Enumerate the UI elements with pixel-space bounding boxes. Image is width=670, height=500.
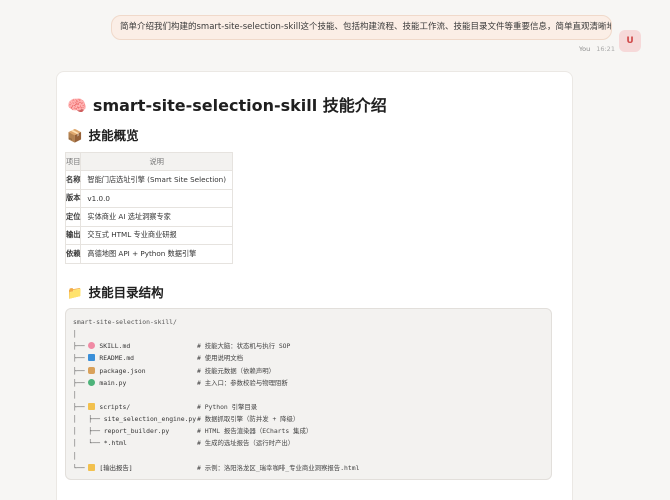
table-cell-value: 交互式 HTML 专业商业研报 — [80, 225, 234, 245]
table-row: 定位 实体商业 AI 选址洞察专家 — [64, 207, 234, 227]
table-cell-value: 智能门店选址引擎 (Smart Site Selection) — [80, 170, 234, 190]
directory-tree-code-block[interactable]: smart-site-selection-skill/ │ ├── SKILL.… — [65, 308, 552, 480]
tree-prefix: ├── — [73, 342, 89, 351]
code-line: ├── scripts/ # Python 引擎目录 — [73, 401, 543, 413]
python-icon — [88, 378, 96, 386]
code-line: │ — [73, 450, 543, 462]
assistant-answer-card: 🧠 smart-site-selection-skill 技能介绍 📦 技能概览 项… — [56, 71, 573, 500]
folder-icon — [88, 463, 96, 471]
overview-heading: 📦 技能概览 — [67, 125, 139, 144]
code-line: │ ├── site_selection_engine.py # 数据抓取引擎（防… — [73, 413, 543, 425]
file-comment: # 主入口：参数校验与物理阻断 — [197, 378, 288, 387]
file-name: main.py — [99, 378, 127, 387]
code-line: ├── main.py # 主入口：参数校验与物理阻断 — [73, 377, 543, 389]
user-avatar[interactable]: U — [619, 30, 641, 52]
file-name: report_builder.py — [103, 427, 170, 436]
overview-table: 项目 说明 名称 智能门店选址引擎 (Smart Site Selection)… — [64, 152, 234, 264]
tree-prefix: ├── — [73, 354, 89, 363]
table-header: 说明 — [80, 152, 234, 171]
structure-heading: 📁 技能目录结构 — [67, 282, 164, 301]
file-name: package.json — [99, 366, 146, 375]
file-comment: # 生成的选址报告（运行时产出） — [197, 439, 295, 448]
code-line: │ ├── report_builder.py # HTML 报告渲染器（ECha… — [73, 425, 543, 437]
table-cell-value: v1.0.0 — [80, 188, 234, 208]
table-cell-value: 高德地图 API + Python 数据引擎 — [80, 244, 234, 264]
table-row: 依赖 高德地图 API + Python 数据引擎 — [64, 244, 234, 264]
file-comment: # 技能元数据（依赖声明） — [197, 366, 275, 375]
tree-prefix: └── — [73, 463, 89, 472]
file-name: scripts/ — [99, 402, 131, 411]
tree-prefix: │ — [73, 451, 77, 460]
structure-heading-text: 技能目录结构 — [88, 285, 164, 300]
code-line: │ └── *.html # 生成的选址报告（运行时产出） — [73, 437, 543, 449]
folder-icon — [88, 402, 96, 410]
tree-prefix: │ ├── — [73, 427, 104, 436]
file-name: [输出报告] — [99, 463, 133, 472]
table-cell-key: 输出 — [64, 225, 82, 245]
file-name: README.md — [99, 354, 135, 363]
package-emoji-icon: 📦 — [67, 128, 83, 143]
file-name: SKILL.md — [99, 342, 131, 351]
table-cell-key: 定位 — [64, 207, 82, 227]
code-line: │ — [73, 389, 543, 401]
code-line: smart-site-selection-skill/ — [73, 316, 543, 328]
table-row: 输出 交互式 HTML 专业商业研报 — [64, 225, 234, 245]
code-line: ├── package.json # 技能元数据（依赖声明） — [73, 365, 543, 377]
file-comment: # 示例：洛阳洛龙区_瑞幸咖啡_专业商业洞察报告.html — [197, 463, 360, 472]
code-line: ├── README.md # 使用说明文档 — [73, 352, 543, 364]
table-row: 名称 智能门店选址引擎 (Smart Site Selection) — [64, 170, 234, 190]
answer-title: 🧠 smart-site-selection-skill 技能介绍 — [67, 92, 387, 116]
file-comment: # Python 引擎目录 — [197, 402, 258, 411]
table-header-row: 项目 说明 — [64, 152, 234, 171]
user-message-row: 简单介绍我们构建的smart-site-selection-skill这个技能、… — [0, 14, 670, 58]
tree-prefix: │ — [73, 330, 77, 339]
code-line: │ — [73, 328, 543, 340]
answer-title-text: smart-site-selection-skill 技能介绍 — [92, 96, 387, 115]
file-comment: # HTML 报告渲染器（ECharts 集成） — [197, 427, 313, 436]
file-comment: # 技能大脑：状态机与执行 SOP — [197, 342, 291, 351]
code-line: └── [输出报告] # 示例：洛阳洛龙区_瑞幸咖啡_专业商业洞察报告.html — [73, 462, 543, 474]
message-meta: You 16:21 — [579, 45, 615, 53]
table-cell-key: 版本 — [64, 188, 82, 208]
file-comment: # 数据抓取引擎（防并发 + 降级） — [197, 415, 300, 424]
file-comment: # 使用说明文档 — [197, 354, 244, 363]
overview-heading-text: 技能概览 — [88, 128, 139, 143]
tree-prefix: │ — [73, 390, 77, 399]
message-author: You — [579, 45, 591, 53]
file-name: site_selection_engine.py — [103, 415, 197, 424]
brain-icon — [88, 342, 96, 350]
table-cell-key: 依赖 — [64, 244, 82, 264]
code-line: ├── SKILL.md # 技能大脑：状态机与执行 SOP — [73, 340, 543, 352]
tree-prefix: ├── — [73, 402, 89, 411]
book-icon — [88, 354, 96, 362]
brain-emoji-icon: 🧠 — [67, 96, 87, 115]
folder-emoji-icon: 📁 — [67, 285, 83, 300]
table-cell-value: 实体商业 AI 选址洞察专家 — [80, 207, 234, 227]
message-time: 16:21 — [596, 45, 615, 53]
user-message-bubble: 简单介绍我们构建的smart-site-selection-skill这个技能、… — [111, 15, 612, 40]
tree-prefix: ├── — [73, 366, 89, 375]
table-header: 项目 — [64, 152, 82, 171]
tree-prefix: │ ├── — [73, 415, 104, 424]
file-name: *.html — [103, 439, 127, 448]
table-cell-key: 名称 — [64, 170, 82, 190]
table-row: 版本 v1.0.0 — [64, 188, 234, 208]
package-icon — [88, 366, 96, 374]
tree-prefix: smart-site-selection-skill/ — [73, 318, 177, 326]
tree-prefix: │ └── — [73, 439, 104, 448]
tree-prefix: ├── — [73, 378, 89, 387]
